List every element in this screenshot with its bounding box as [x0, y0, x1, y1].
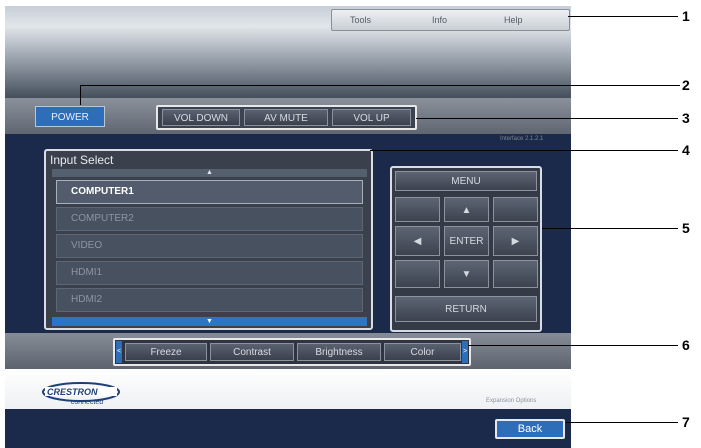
blank-button [395, 260, 440, 288]
logo-text-connected: connected [71, 399, 104, 406]
return-button[interactable]: RETURN [395, 296, 537, 322]
callout-number-4: 4 [682, 142, 690, 158]
callout-line-5 [542, 228, 678, 229]
scroll-up-button[interactable]: ▲ [52, 169, 367, 177]
back-button[interactable]: Back [495, 419, 565, 439]
bottom-bar [5, 409, 571, 448]
up-arrow-button[interactable]: ▲ [444, 197, 489, 222]
down-arrow-button[interactable]: ▼ [444, 260, 489, 288]
input-item-video[interactable]: VIDEO [56, 234, 363, 258]
logo-text-crestron: CRESTRON [47, 387, 98, 397]
navigation-pad: MENU ▲ ◀ ENTER ▶ ▼ RETURN [390, 166, 542, 332]
callout-line-1 [568, 16, 678, 17]
volume-group: VOL DOWN AV MUTE VOL UP [156, 105, 417, 130]
menu-button[interactable]: MENU [395, 171, 537, 191]
callout-number-7: 7 [682, 414, 690, 430]
web-control-page: Tools Info Help POWER VOL DOWN AV MUTE V… [5, 6, 571, 448]
expansion-options-link[interactable]: Expansion Options [486, 398, 536, 404]
version-label: Interface 2.1.2.1 [500, 136, 544, 142]
help-link[interactable]: Help [504, 15, 523, 25]
brightness-button[interactable]: Brightness [297, 343, 381, 361]
input-item-hdmi2[interactable]: HDMI2 [56, 288, 363, 312]
contrast-button[interactable]: Contrast [210, 343, 294, 361]
callout-leader-2 [80, 85, 81, 105]
callout-line-4 [370, 150, 678, 151]
right-arrow-button[interactable]: ▶ [493, 226, 538, 256]
callout-line-6 [468, 345, 678, 346]
callout-number-5: 5 [682, 220, 690, 236]
blank-button [493, 260, 538, 288]
vol-down-button[interactable]: VOL DOWN [162, 109, 240, 126]
scroll-down-button[interactable]: ▼ [52, 317, 367, 326]
input-item-computer1[interactable]: COMPUTER1 [56, 180, 363, 204]
blank-button [395, 197, 440, 222]
callout-number-1: 1 [682, 8, 690, 24]
freeze-button[interactable]: Freeze [125, 343, 207, 361]
vol-up-button[interactable]: VOL UP [332, 109, 411, 126]
left-arrow-button[interactable]: ◀ [395, 226, 440, 256]
tools-link[interactable]: Tools [350, 15, 371, 25]
callout-number-3: 3 [682, 110, 690, 126]
input-select-panel: Input Select ▲ COMPUTER1 COMPUTER2 VIDEO… [44, 149, 373, 330]
input-select-title: Input Select [50, 153, 114, 167]
av-mute-button[interactable]: AV MUTE [244, 109, 328, 126]
callout-line-3 [416, 118, 678, 119]
adjust-button-group: < Freeze Contrast Brightness Color > [113, 338, 471, 366]
power-button[interactable]: POWER [35, 106, 105, 127]
info-link[interactable]: Info [432, 15, 447, 25]
blank-button [493, 197, 538, 222]
input-item-hdmi1[interactable]: HDMI1 [56, 261, 363, 285]
input-item-computer2[interactable]: COMPUTER2 [56, 207, 363, 231]
callout-number-2: 2 [682, 77, 690, 93]
enter-button[interactable]: ENTER [444, 226, 489, 256]
callout-number-6: 6 [682, 337, 690, 353]
scroll-left-button[interactable]: < [116, 341, 122, 363]
callout-line-2 [80, 85, 680, 86]
callout-line-7 [566, 422, 678, 423]
color-button[interactable]: Color [384, 343, 461, 361]
crestron-logo: CRESTRON connected [41, 381, 127, 407]
header-links-bar: Tools Info Help [331, 9, 570, 31]
